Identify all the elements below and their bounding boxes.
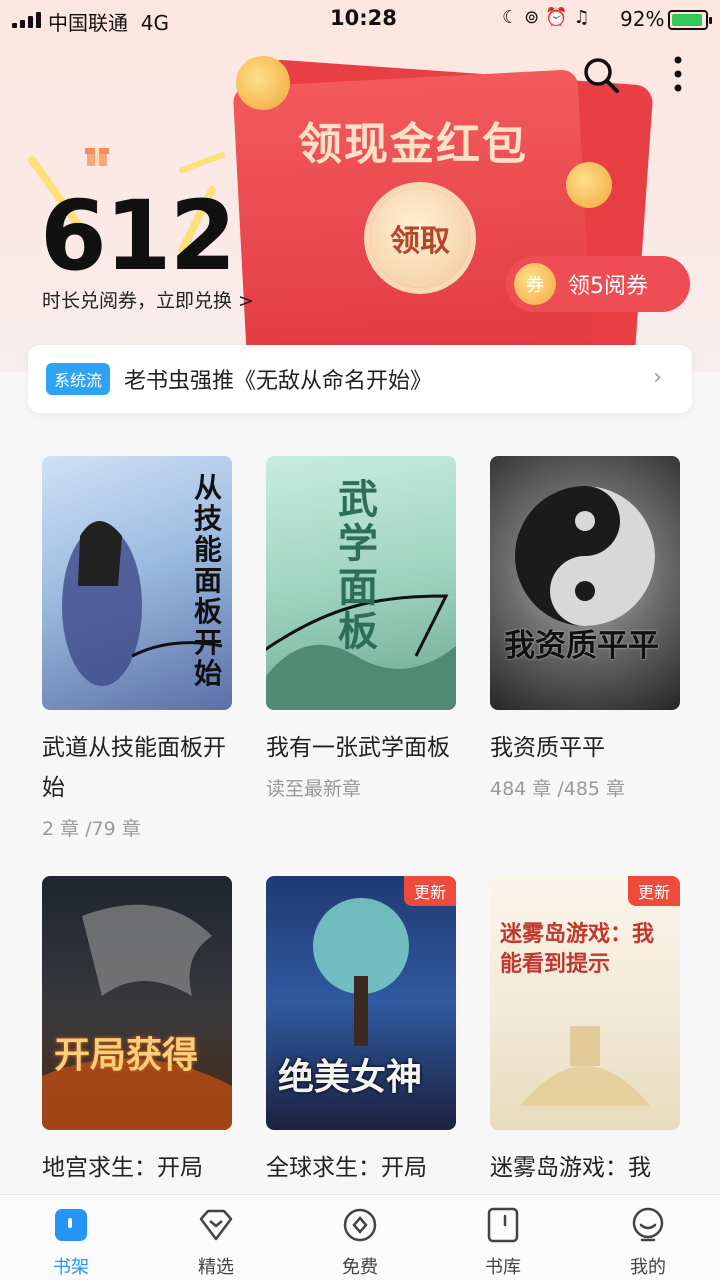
book-progress: 读至最新章 bbox=[266, 778, 362, 800]
book-card[interactable]: 从技能面板开始 武道从技能面板开始 2 章 /79 章 bbox=[42, 456, 232, 841]
book-cover[interactable]: 开局获得 bbox=[42, 876, 232, 1130]
cover-title: 武学面板 bbox=[338, 477, 378, 655]
profile-face-icon bbox=[632, 1207, 664, 1242]
cover-title: 开局获得 bbox=[54, 1035, 199, 1076]
headphones-icon: ♫ bbox=[573, 7, 596, 28]
claim-button[interactable]: 领取 bbox=[370, 188, 470, 288]
tab-free[interactable]: 免费 bbox=[315, 1207, 405, 1279]
book-cover[interactable]: 更新 绝美女神 bbox=[266, 876, 456, 1130]
cover-title: 从技能面板开始 bbox=[194, 471, 223, 690]
signal-icon bbox=[12, 12, 42, 28]
coupon-button[interactable]: 券 领5阅券 bbox=[506, 256, 690, 312]
tab-featured[interactable]: 精选 bbox=[171, 1207, 261, 1279]
carrier-label: 中国联通 4G bbox=[48, 11, 169, 35]
book-progress: 484 章 /485 章 bbox=[490, 778, 626, 800]
coin-decoration bbox=[566, 162, 612, 208]
bookshelf-icon bbox=[55, 1209, 87, 1241]
diamond-icon bbox=[199, 1209, 233, 1241]
tab-library[interactable]: 书库 bbox=[458, 1207, 548, 1279]
cover-title: 绝美女神 bbox=[278, 1057, 423, 1098]
book-card[interactable]: 更新 迷雾岛游戏：我能看到提示 迷雾岛游戏：我 bbox=[490, 876, 680, 1188]
book-title: 迷雾岛游戏：我 bbox=[490, 1155, 651, 1181]
status-icons: ☾⊚⏰♫ bbox=[502, 7, 596, 28]
tab-profile[interactable]: 我的 bbox=[603, 1207, 693, 1279]
coupon-label: 领5阅券 bbox=[568, 274, 648, 299]
update-badge: 更新 bbox=[627, 876, 680, 906]
book-title: 我资质平平 bbox=[490, 735, 605, 761]
clock: 10:28 bbox=[330, 6, 397, 30]
battery-icon bbox=[668, 10, 712, 30]
reading-minutes: 612 bbox=[40, 180, 236, 292]
book-title: 地宫求生：开局 bbox=[42, 1155, 203, 1181]
alarm-icon: ⏰ bbox=[545, 7, 574, 28]
book-title: 我有一张武学面板 bbox=[266, 735, 450, 761]
more-vertical-icon[interactable] bbox=[664, 54, 692, 94]
book-cover[interactable]: 武学面板 bbox=[266, 456, 456, 710]
coin-decoration bbox=[236, 56, 290, 110]
book-cover[interactable]: 我资质平平 bbox=[490, 456, 680, 710]
book-title: 武道从技能面板开始 bbox=[42, 735, 226, 801]
book-cover[interactable]: 更新 迷雾岛游戏：我能看到提示 bbox=[490, 876, 680, 1130]
moon-icon: ☾ bbox=[502, 7, 525, 28]
cover-title: 我资质平平 bbox=[504, 628, 659, 664]
envelope-title: 领现金红包 bbox=[298, 119, 528, 170]
book-progress: 2 章 /79 章 bbox=[42, 818, 141, 840]
recommend-banner[interactable]: 系统流 老书虫强推《无敌从命名开始》 › bbox=[28, 345, 692, 413]
book-card[interactable]: 我资质平平 我资质平平 484 章 /485 章 bbox=[490, 456, 680, 801]
free-coin-icon bbox=[343, 1208, 377, 1242]
book-card[interactable]: 更新 绝美女神 全球求生：开局 bbox=[266, 876, 456, 1188]
recommend-text: 老书虫强推《无敌从命名开始》 bbox=[124, 369, 433, 394]
promo-hero: 中国联通 4G 10:28 ☾⊚⏰♫ 92% 领现金红包 领取 612 时长兑阅… bbox=[0, 0, 720, 372]
search-icon[interactable] bbox=[582, 56, 620, 94]
status-bar: 中国联通 4G 10:28 ☾⊚⏰♫ 92% bbox=[0, 0, 720, 40]
lock-rotation-icon: ⊚ bbox=[524, 7, 546, 28]
update-badge: 更新 bbox=[403, 876, 456, 906]
book-cover[interactable]: 从技能面板开始 bbox=[42, 456, 232, 710]
book-card[interactable]: 武学面板 我有一张武学面板 读至最新章 bbox=[266, 456, 456, 801]
book-card[interactable]: 开局获得 地宫求生：开局 bbox=[42, 876, 232, 1188]
coupon-coin-icon: 券 bbox=[514, 263, 556, 305]
exchange-link[interactable]: 时长兑阅券，立即兑换 > bbox=[42, 286, 254, 313]
cover-title: 迷雾岛游戏：我能看到提示 bbox=[500, 922, 655, 977]
book-title: 全球求生：开局 bbox=[266, 1155, 427, 1181]
genre-tag: 系统流 bbox=[46, 363, 111, 395]
tab-bookshelf[interactable]: 书架 bbox=[26, 1207, 116, 1279]
bottom-tab-bar: 书架 精选 免费 书库 我的 bbox=[0, 1194, 720, 1280]
battery-percent: 92% bbox=[620, 7, 665, 31]
library-icon bbox=[487, 1207, 519, 1243]
chevron-right-icon: › bbox=[653, 365, 662, 390]
